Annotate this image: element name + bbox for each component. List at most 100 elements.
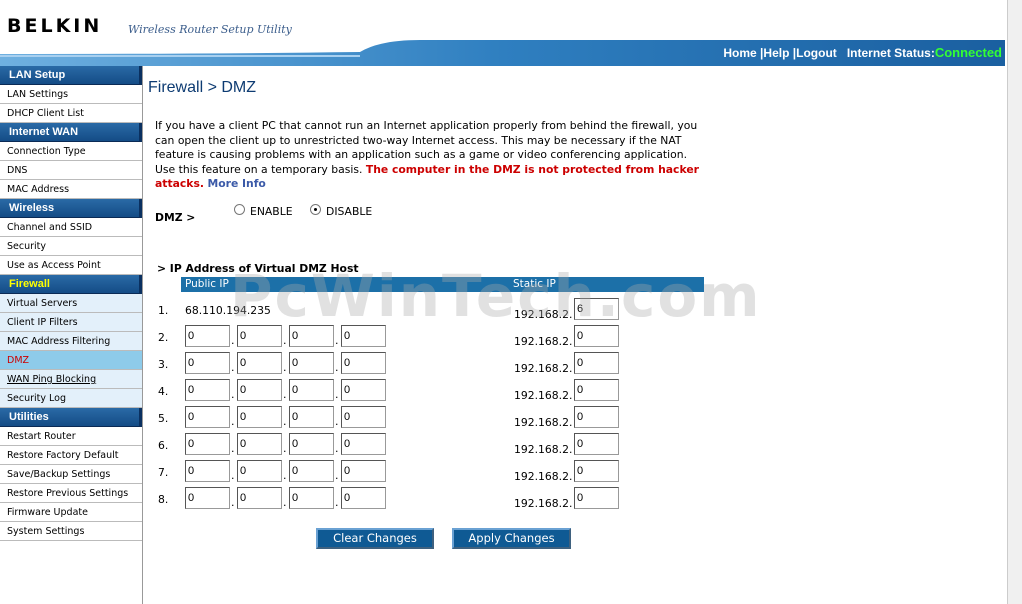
public-ip-octet-2[interactable] bbox=[237, 487, 282, 509]
sidebar-item-wan-ping-blocking[interactable]: WAN Ping Blocking bbox=[0, 370, 142, 389]
static-ip-last-octet[interactable] bbox=[574, 460, 619, 482]
table-row: 7.... 192.168.2. bbox=[158, 460, 718, 483]
enable-label: ENABLE bbox=[250, 205, 293, 218]
static-ip-last-octet[interactable] bbox=[574, 379, 619, 401]
octet-separator: . bbox=[335, 442, 339, 455]
public-ip-octet-2[interactable] bbox=[237, 352, 282, 374]
public-ip-octet-3[interactable] bbox=[289, 325, 334, 347]
more-info-link[interactable]: More Info bbox=[207, 177, 265, 190]
static-ip-last-octet[interactable] bbox=[574, 487, 619, 509]
sidebar-item-save-backup[interactable]: Save/Backup Settings bbox=[0, 465, 142, 484]
public-ip-octet-4[interactable] bbox=[341, 406, 386, 428]
public-ip-octet-2[interactable] bbox=[237, 433, 282, 455]
static-ip-last-octet[interactable] bbox=[574, 298, 619, 320]
octet-separator: . bbox=[283, 469, 287, 482]
public-ip-octet-1[interactable] bbox=[185, 487, 230, 509]
disable-radio[interactable] bbox=[310, 204, 321, 215]
sidebar-section-firewall[interactable]: Firewall bbox=[0, 275, 142, 294]
dmz-disable-option[interactable]: DISABLE bbox=[310, 204, 373, 218]
home-link[interactable]: Home bbox=[723, 46, 756, 60]
row-number: 6. bbox=[158, 439, 169, 452]
internet-status-label: Internet Status: bbox=[846, 46, 935, 60]
sidebar-item-firmware-update[interactable]: Firmware Update bbox=[0, 503, 142, 522]
sidebar-section-lan-setup[interactable]: LAN Setup bbox=[0, 66, 142, 85]
public-ip-octet-2[interactable] bbox=[237, 460, 282, 482]
static-ip-last-octet[interactable] bbox=[574, 406, 619, 428]
sidebar-item-channel-ssid[interactable]: Channel and SSID bbox=[0, 218, 142, 237]
logout-link[interactable]: Logout bbox=[796, 46, 837, 60]
dmz-table-header: Public IP Static IP bbox=[156, 277, 704, 292]
table-row: 5.... 192.168.2. bbox=[158, 406, 718, 429]
sidebar-item-security-log[interactable]: Security Log bbox=[0, 389, 142, 408]
vertical-scrollbar[interactable] bbox=[1007, 0, 1022, 604]
public-ip-octet-2[interactable] bbox=[237, 406, 282, 428]
public-ip-octet-1[interactable] bbox=[185, 406, 230, 428]
dmz-enable-option[interactable]: ENABLE bbox=[234, 204, 293, 218]
octet-separator: . bbox=[335, 415, 339, 428]
public-ip-octet-3[interactable] bbox=[289, 352, 334, 374]
static-ip-last-octet[interactable] bbox=[574, 325, 619, 347]
public-ip-octet-4[interactable] bbox=[341, 379, 386, 401]
sidebar-item-lan-settings[interactable]: LAN Settings bbox=[0, 85, 142, 104]
octet-separator: . bbox=[335, 496, 339, 509]
sidebar-section-utilities[interactable]: Utilities bbox=[0, 408, 142, 427]
public-ip-octet-1[interactable] bbox=[185, 352, 230, 374]
tagline: Wireless Router Setup Utility bbox=[128, 23, 292, 36]
row-number: 5. bbox=[158, 412, 169, 425]
public-ip-octet-2[interactable] bbox=[237, 325, 282, 347]
dmz-label: DMZ > bbox=[155, 211, 196, 224]
public-ip-octet-4[interactable] bbox=[341, 433, 386, 455]
sidebar-item-access-point[interactable]: Use as Access Point bbox=[0, 256, 142, 275]
octet-separator: . bbox=[231, 469, 235, 482]
public-ip-octet-4[interactable] bbox=[341, 460, 386, 482]
sidebar-item-mac-filtering[interactable]: MAC Address Filtering bbox=[0, 332, 142, 351]
public-ip-octet-2[interactable] bbox=[237, 379, 282, 401]
public-ip-octet-1[interactable] bbox=[185, 460, 230, 482]
public-ip-octet-4[interactable] bbox=[341, 325, 386, 347]
row-number: 4. bbox=[158, 385, 169, 398]
octet-separator: . bbox=[231, 442, 235, 455]
public-ip-octet-3[interactable] bbox=[289, 460, 334, 482]
sidebar-item-restore-previous[interactable]: Restore Previous Settings bbox=[0, 484, 142, 503]
sidebar-section-internet-wan[interactable]: Internet WAN bbox=[0, 123, 142, 142]
col-public-ip: Public IP bbox=[185, 278, 229, 290]
enable-radio[interactable] bbox=[234, 204, 245, 215]
static-ip-last-octet[interactable] bbox=[574, 433, 619, 455]
static-ip-last-octet[interactable] bbox=[574, 352, 619, 374]
table-row: 2.... 192.168.2. bbox=[158, 325, 718, 348]
row-number: 2. bbox=[158, 331, 169, 344]
public-ip-octet-4[interactable] bbox=[341, 352, 386, 374]
public-ip-octet-1[interactable] bbox=[185, 433, 230, 455]
public-ip-octet-3[interactable] bbox=[289, 406, 334, 428]
help-link[interactable]: Help bbox=[763, 46, 789, 60]
sidebar-item-dhcp-client-list[interactable]: DHCP Client List bbox=[0, 104, 142, 123]
octet-separator: . bbox=[335, 361, 339, 374]
public-ip-octet-3[interactable] bbox=[289, 379, 334, 401]
octet-separator: . bbox=[283, 361, 287, 374]
sidebar-item-restore-factory[interactable]: Restore Factory Default bbox=[0, 446, 142, 465]
sidebar-item-restart-router[interactable]: Restart Router bbox=[0, 427, 142, 446]
octet-separator: . bbox=[231, 334, 235, 347]
sidebar-item-security[interactable]: Security bbox=[0, 237, 142, 256]
sidebar-item-dns[interactable]: DNS bbox=[0, 161, 142, 180]
public-ip-octet-4[interactable] bbox=[341, 487, 386, 509]
sidebar-item-system-settings[interactable]: System Settings bbox=[0, 522, 142, 541]
sidebar-item-dmz[interactable]: DMZ bbox=[0, 351, 142, 370]
public-ip-octet-3[interactable] bbox=[289, 487, 334, 509]
table-row: 6.... 192.168.2. bbox=[158, 433, 718, 456]
apply-changes-button[interactable]: Apply Changes bbox=[452, 528, 571, 549]
static-ip-prefix: 192.168.2. bbox=[514, 497, 573, 510]
sidebar-item-virtual-servers[interactable]: Virtual Servers bbox=[0, 294, 142, 313]
static-ip-prefix: 192.168.2. bbox=[514, 389, 573, 402]
sidebar-section-wireless[interactable]: Wireless bbox=[0, 199, 142, 218]
sidebar-item-client-ip-filters[interactable]: Client IP Filters bbox=[0, 313, 142, 332]
brand-logo: BELKIN bbox=[7, 15, 103, 37]
disable-label: DISABLE bbox=[326, 205, 373, 218]
sidebar-item-connection-type[interactable]: Connection Type bbox=[0, 142, 142, 161]
public-ip-octet-1[interactable] bbox=[185, 325, 230, 347]
sidebar-item-mac-address[interactable]: MAC Address bbox=[0, 180, 142, 199]
public-ip-octet-1[interactable] bbox=[185, 379, 230, 401]
table-row: 4.... 192.168.2. bbox=[158, 379, 718, 402]
clear-changes-button[interactable]: Clear Changes bbox=[316, 528, 434, 549]
public-ip-octet-3[interactable] bbox=[289, 433, 334, 455]
